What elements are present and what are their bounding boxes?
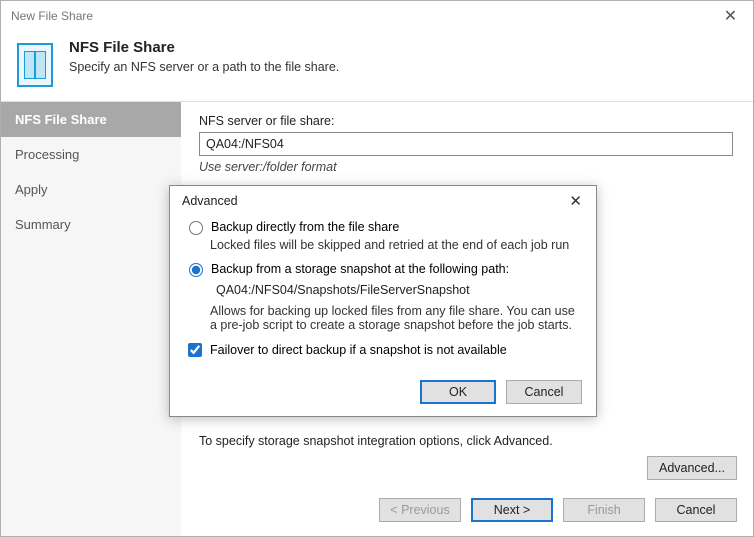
option-direct[interactable]: Backup directly from the file share xyxy=(184,218,582,235)
advanced-button[interactable]: Advanced... xyxy=(647,456,737,480)
radio-direct[interactable] xyxy=(189,221,203,235)
option-snapshot-desc: Allows for backing up locked files from … xyxy=(210,304,582,332)
checkbox-failover[interactable] xyxy=(188,343,202,357)
option-direct-label: Backup directly from the file share xyxy=(211,220,399,234)
sidebar-step-nfs[interactable]: NFS File Share xyxy=(1,102,181,137)
option-snapshot-label: Backup from a storage snapshot at the fo… xyxy=(211,262,509,276)
modal-buttons: OK Cancel xyxy=(170,380,596,416)
file-share-icon xyxy=(17,43,53,87)
format-hint: Use server:/folder format xyxy=(199,160,733,174)
close-icon[interactable]: ✕ xyxy=(708,1,753,31)
wizard-sidebar: NFS File Share Processing Apply Summary xyxy=(1,102,181,536)
modal-ok-button[interactable]: OK xyxy=(420,380,496,404)
advanced-modal: Advanced ✕ Backup directly from the file… xyxy=(169,185,597,417)
previous-button: < Previous xyxy=(379,498,461,522)
snapshot-path-input[interactable]: QA04:/NFS04/Snapshots/FileServerSnapshot xyxy=(210,280,582,300)
finish-button: Finish xyxy=(563,498,645,522)
sidebar-step-processing[interactable]: Processing xyxy=(1,137,181,172)
wizard-window: New File Share ✕ NFS File Share Specify … xyxy=(0,0,754,537)
header-text: NFS File Share Specify an NFS server or … xyxy=(69,39,339,74)
page-subtitle: Specify an NFS server or a path to the f… xyxy=(69,60,339,74)
nfs-path-input[interactable] xyxy=(199,132,733,156)
option-snapshot[interactable]: Backup from a storage snapshot at the fo… xyxy=(184,260,582,277)
modal-title: Advanced xyxy=(182,194,563,208)
wizard-header: NFS File Share Specify an NFS server or … xyxy=(1,31,753,101)
titlebar: New File Share ✕ xyxy=(1,1,753,31)
advanced-button-row: Advanced... xyxy=(647,456,737,480)
option-direct-desc: Locked files will be skipped and retried… xyxy=(210,238,582,252)
window-title: New File Share xyxy=(11,9,708,23)
sidebar-step-summary[interactable]: Summary xyxy=(1,207,181,242)
advanced-hint: To specify storage snapshot integration … xyxy=(199,434,553,448)
modal-close-icon[interactable]: ✕ xyxy=(563,192,588,210)
next-button[interactable]: Next > xyxy=(471,498,553,522)
sidebar-step-apply[interactable]: Apply xyxy=(1,172,181,207)
radio-snapshot[interactable] xyxy=(189,263,203,277)
page-title: NFS File Share xyxy=(69,39,339,56)
modal-body: Backup directly from the file share Lock… xyxy=(170,216,596,380)
modal-titlebar: Advanced ✕ xyxy=(170,186,596,216)
wizard-buttons: < Previous Next > Finish Cancel xyxy=(379,498,737,522)
failover-option[interactable]: Failover to direct backup if a snapshot … xyxy=(184,340,582,360)
modal-cancel-button[interactable]: Cancel xyxy=(506,380,582,404)
cancel-button[interactable]: Cancel xyxy=(655,498,737,522)
field-label: NFS server or file share: xyxy=(199,114,733,128)
failover-label: Failover to direct backup if a snapshot … xyxy=(210,343,507,357)
